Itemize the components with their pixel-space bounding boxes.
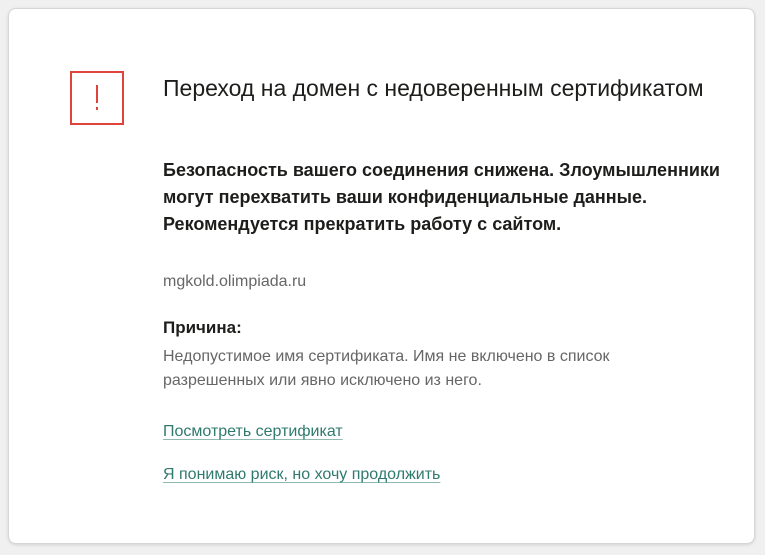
- security-warning-text: Безопасность вашего соединения снижена. …: [163, 160, 720, 234]
- exclamation-mark-glyph: [96, 85, 98, 110]
- reason-description: Недопустимое имя сертификата. Имя не вкл…: [163, 348, 610, 389]
- proceed-anyway-link[interactable]: Я понимаю риск, но хочу продолжить: [163, 464, 440, 486]
- warning-card: Переход на домен с недоверенным сертифик…: [8, 8, 755, 544]
- view-certificate-link[interactable]: Посмотреть сертификат: [163, 421, 343, 443]
- reason-heading: Причина:: [163, 318, 242, 337]
- domain-name: mgkold.olimpiada.ru: [163, 273, 307, 290]
- page-title: Переход на домен с недоверенным сертифик…: [163, 75, 704, 101]
- exclamation-warning-icon: [70, 71, 124, 125]
